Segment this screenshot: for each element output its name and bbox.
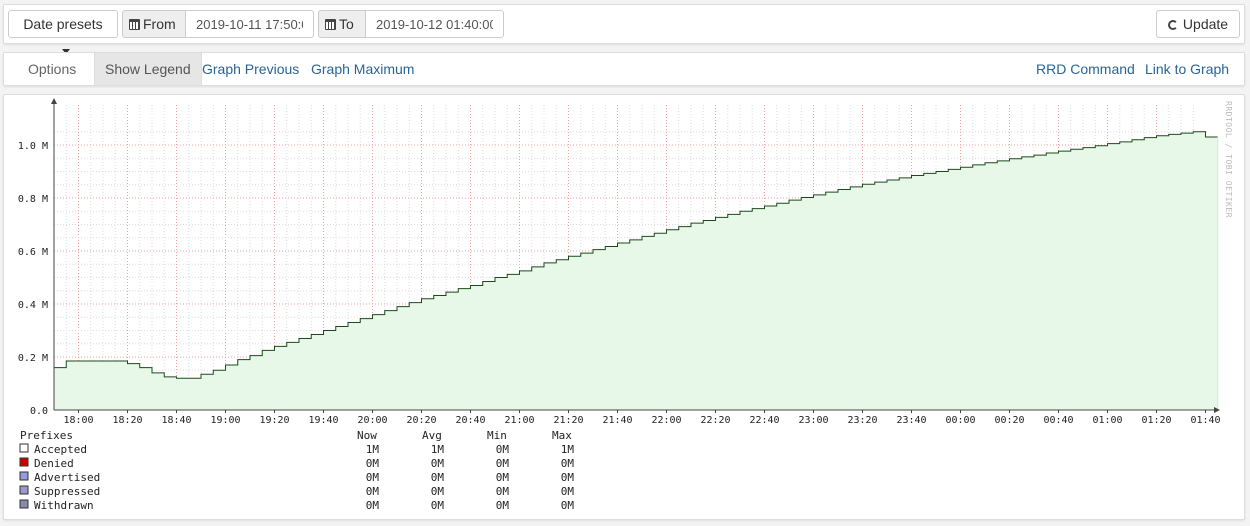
legend-series-name: Withdrawn: [34, 499, 94, 512]
y-axis-labels: 0.0 0.2 M 0.4 M 0.6 M 0.8 M 1.0 M: [18, 141, 48, 417]
legend-value: 0M: [496, 471, 510, 484]
legend-value: 0M: [496, 499, 510, 512]
to-date-input[interactable]: [366, 10, 504, 38]
x-tick-label: 22:20: [700, 415, 730, 426]
calendar-icon: [325, 19, 336, 30]
legend-swatch: [19, 457, 29, 467]
x-tick-label: 19:40: [308, 415, 338, 426]
legend-value: 0M: [496, 443, 510, 456]
y-tick-label: 1.0 M: [18, 141, 48, 152]
legend-value: 0M: [496, 457, 510, 470]
y-tick-label: 0.0: [30, 406, 48, 417]
x-tick-label: 19:00: [210, 415, 240, 426]
refresh-icon: [1167, 20, 1178, 30]
legend-value: 0M: [366, 471, 380, 484]
legend-value: 1M: [431, 443, 445, 456]
x-tick-label: 01:00: [1092, 415, 1122, 426]
tab-graph-previous[interactable]: Graph Previous: [202, 53, 299, 85]
options-label: Options: [28, 61, 77, 77]
x-tick-label: 22:40: [749, 415, 779, 426]
accepted-area: [54, 131, 1218, 410]
graph-panel: 18:00 18:20 18:40 19:00 19:20 19:40 20:00 20:20…: [3, 94, 1245, 520]
legend-header: Min: [487, 429, 507, 442]
x-tick-label: 21:00: [504, 415, 534, 426]
x-tick-label: 20:40: [455, 415, 485, 426]
legend-value: 0M: [366, 485, 380, 498]
legend-value: 0M: [431, 457, 445, 470]
y-tick-label: 0.8 M: [18, 194, 48, 205]
to-addon: To: [318, 10, 366, 38]
graph-options-bar: Options Show Legend Graph Previous Graph…: [3, 52, 1245, 86]
legend-swatch: [19, 443, 29, 453]
legend-value: 0M: [561, 499, 575, 512]
legend-value: 0M: [366, 499, 380, 512]
date-toolbar: Date presets From To Update: [3, 4, 1245, 54]
x-tick-label: 00:20: [994, 415, 1024, 426]
legend-value: 0M: [561, 471, 575, 484]
x-tick-label: 18:40: [161, 415, 191, 426]
y-axis-arrow: [51, 98, 57, 104]
rrd-graph: 18:00 18:20 18:40 19:00 19:20 19:40 20:00 20:20…: [18, 98, 1233, 512]
legend-series-name: Advertised: [34, 471, 100, 484]
x-tick-label: 00:40: [1043, 415, 1073, 426]
x-tick-label: 20:20: [406, 415, 436, 426]
update-button[interactable]: Update: [1156, 10, 1240, 38]
from-label: From: [143, 16, 176, 32]
legend-value: 0M: [561, 457, 575, 470]
x-tick-label: 21:20: [553, 415, 583, 426]
y-tick-label: 0.6 M: [18, 247, 48, 258]
x-tick-label: 23:00: [798, 415, 828, 426]
legend-header: Avg: [422, 429, 442, 442]
update-label: Update: [1182, 16, 1229, 32]
legend-value: 0M: [496, 485, 510, 498]
x-tick-label: 23:40: [896, 415, 926, 426]
date-presets-label: Date presets: [23, 16, 103, 32]
legend-value: 1M: [561, 443, 575, 456]
legend-swatch: [19, 485, 29, 495]
x-tick-label: 18:20: [112, 415, 142, 426]
legend: Prefixes Now Avg Min MaxAccepted 1M 1M 0M 1MDeni…: [19, 429, 575, 512]
legend-value: 0M: [366, 457, 380, 470]
x-tick-label: 01:40: [1190, 415, 1220, 426]
legend-title: Prefixes: [20, 429, 73, 442]
x-tick-label: 22:00: [651, 415, 681, 426]
legend-value: 0M: [431, 499, 445, 512]
rrdtool-watermark: RRDTOOL / TOBI OETIKER: [1224, 101, 1233, 218]
legend-header: Now: [357, 429, 377, 442]
to-label: To: [339, 16, 354, 32]
area-layer: [54, 131, 1219, 410]
y-tick-label: 0.4 M: [18, 300, 48, 311]
x-tick-label: 00:00: [945, 415, 975, 426]
x-tick-label: 20:00: [357, 415, 387, 426]
tab-show-legend[interactable]: Show Legend: [94, 53, 202, 85]
x-tick-label: 01:20: [1141, 415, 1171, 426]
legend-value: 1M: [366, 443, 380, 456]
from-addon: From: [122, 10, 186, 38]
link-to-graph[interactable]: Link to Graph: [1145, 53, 1229, 85]
link-rrd-command[interactable]: RRD Command: [1036, 53, 1135, 85]
legend-series-name: Suppressed: [34, 485, 100, 498]
legend-value: 0M: [431, 485, 445, 498]
calendar-icon: [129, 19, 140, 30]
x-tick-label: 19:20: [259, 415, 289, 426]
y-tick-label: 0.2 M: [18, 353, 48, 364]
legend-series-name: Denied: [34, 457, 74, 470]
legend-series-name: Accepted: [34, 443, 87, 456]
legend-value: 0M: [431, 471, 445, 484]
x-axis-labels: 18:00 18:20 18:40 19:00 19:20 19:40 20:00 20:20…: [63, 415, 1220, 426]
legend-value: 0M: [561, 485, 575, 498]
from-date-input[interactable]: [186, 10, 314, 38]
legend-swatch: [19, 499, 29, 509]
tab-graph-maximum[interactable]: Graph Maximum: [311, 53, 414, 85]
legend-header: Max: [552, 429, 572, 442]
x-tick-label: 18:00: [63, 415, 93, 426]
legend-swatch: [19, 471, 29, 481]
x-tick-label: 21:40: [602, 415, 632, 426]
x-tick-label: 23:20: [847, 415, 877, 426]
date-presets-button[interactable]: Date presets: [8, 10, 118, 54]
